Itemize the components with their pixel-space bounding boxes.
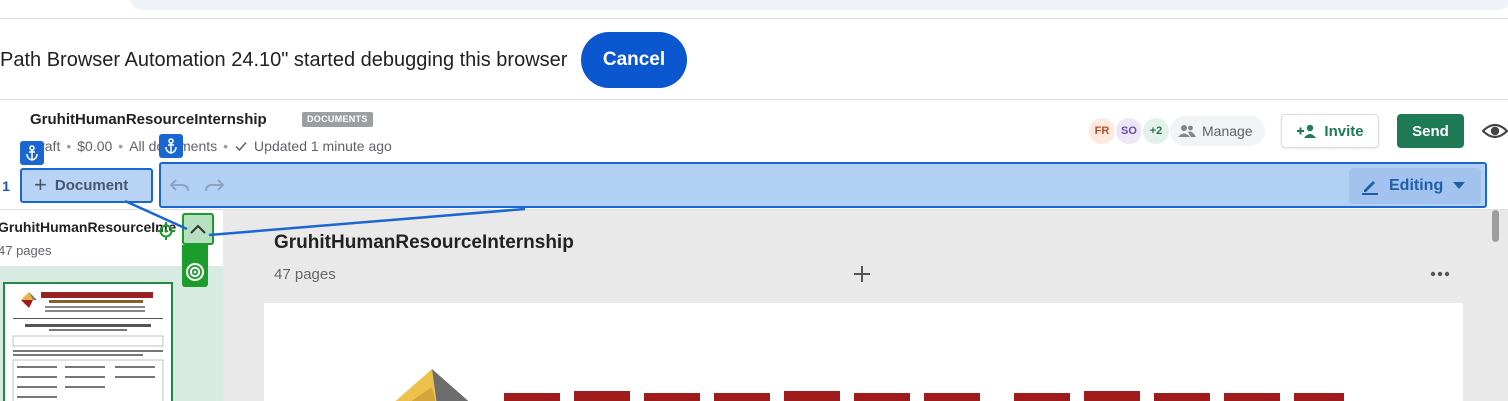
- avatar[interactable]: FR: [1087, 116, 1117, 146]
- document-section-title: GruhitHumanResourceInternship: [274, 232, 574, 253]
- scrollbar-thumb[interactable]: [1492, 210, 1499, 242]
- debugging-infobar: Path Browser Automation 24.10" started d…: [0, 18, 1508, 100]
- page-count-tab[interactable]: 1: [0, 178, 12, 194]
- crosshair-icon: [157, 222, 175, 240]
- undo-icon[interactable]: [168, 177, 190, 195]
- collaborator-avatars: FR SO +2 Manage: [1087, 116, 1265, 146]
- page-thumbnails-panel: GruhitHumanResourceInternship 47 pages: [0, 210, 223, 401]
- updated-text: Updated 1 minute ago: [254, 138, 392, 154]
- manage-button[interactable]: Manage: [1170, 116, 1265, 146]
- redo-icon[interactable]: [204, 177, 226, 195]
- pencil-icon: [1362, 181, 1378, 195]
- debugging-message: Path Browser Automation 24.10" started d…: [0, 49, 568, 71]
- target-icon: [186, 263, 204, 281]
- avatar[interactable]: SO: [1114, 116, 1144, 146]
- avatar-more-count[interactable]: +2: [1141, 116, 1171, 146]
- collapse-panel-button[interactable]: [182, 213, 214, 245]
- chevron-up-icon: [190, 224, 206, 234]
- browser-address-bar-area: [0, 0, 1508, 18]
- check-icon: [235, 142, 247, 152]
- add-icon[interactable]: [852, 264, 872, 284]
- plus-icon: +: [34, 171, 47, 197]
- thumbnail-preview: [12, 292, 164, 401]
- invite-button[interactable]: Invite: [1281, 114, 1379, 148]
- editor-toolbar: 1 + Document Editing: [0, 160, 1508, 210]
- document-meta: Draft • $0.00 • All documents • Updated …: [30, 138, 392, 154]
- cancel-debugging-button[interactable]: Cancel: [581, 32, 687, 88]
- amount-text: $0.00: [77, 138, 113, 154]
- thumbnail-doc-title: GruhitHumanResourceInternship: [0, 219, 176, 235]
- anchor-icon: [20, 141, 44, 165]
- toolbar-highlight: [159, 162, 1487, 208]
- thumbnail-page-count: 47 pages: [0, 243, 52, 258]
- address-bar[interactable]: [130, 0, 1508, 10]
- separator-dot: •: [118, 138, 124, 154]
- vertical-scrollbar[interactable]: [1490, 210, 1502, 401]
- add-document-button[interactable]: + Document: [20, 168, 153, 203]
- page-thumbnail[interactable]: [3, 282, 173, 401]
- send-button[interactable]: Send: [1397, 114, 1464, 148]
- manage-label: Manage: [1202, 123, 1253, 139]
- editing-mode-dropdown[interactable]: Editing: [1349, 168, 1481, 204]
- more-options-icon[interactable]: [1429, 266, 1451, 282]
- invite-label: Invite: [1324, 122, 1364, 140]
- document-title: GruhitHumanResourceInternship: [30, 111, 267, 128]
- add-person-icon: [1297, 124, 1317, 138]
- documents-badge: DOCUMENTS: [302, 112, 373, 127]
- anchor-icon: [159, 134, 183, 158]
- document-page-count: 47 pages: [274, 266, 336, 283]
- people-icon: [1178, 125, 1196, 137]
- document-page[interactable]: [264, 303, 1463, 401]
- separator-dot: •: [223, 138, 229, 154]
- eye-icon[interactable]: [1482, 120, 1508, 142]
- caret-down-icon: [1453, 182, 1466, 189]
- separator-dot: •: [66, 138, 72, 154]
- screen: Path Browser Automation 24.10" started d…: [0, 0, 1508, 401]
- document-canvas: GruhitHumanResourceInternship 47 pages: [223, 210, 1508, 401]
- editing-label: Editing: [1389, 177, 1444, 194]
- add-document-label: Document: [54, 177, 129, 194]
- document-header: GruhitHumanResourceInternship DOCUMENTS …: [0, 100, 1508, 160]
- college-logo: [395, 369, 1344, 401]
